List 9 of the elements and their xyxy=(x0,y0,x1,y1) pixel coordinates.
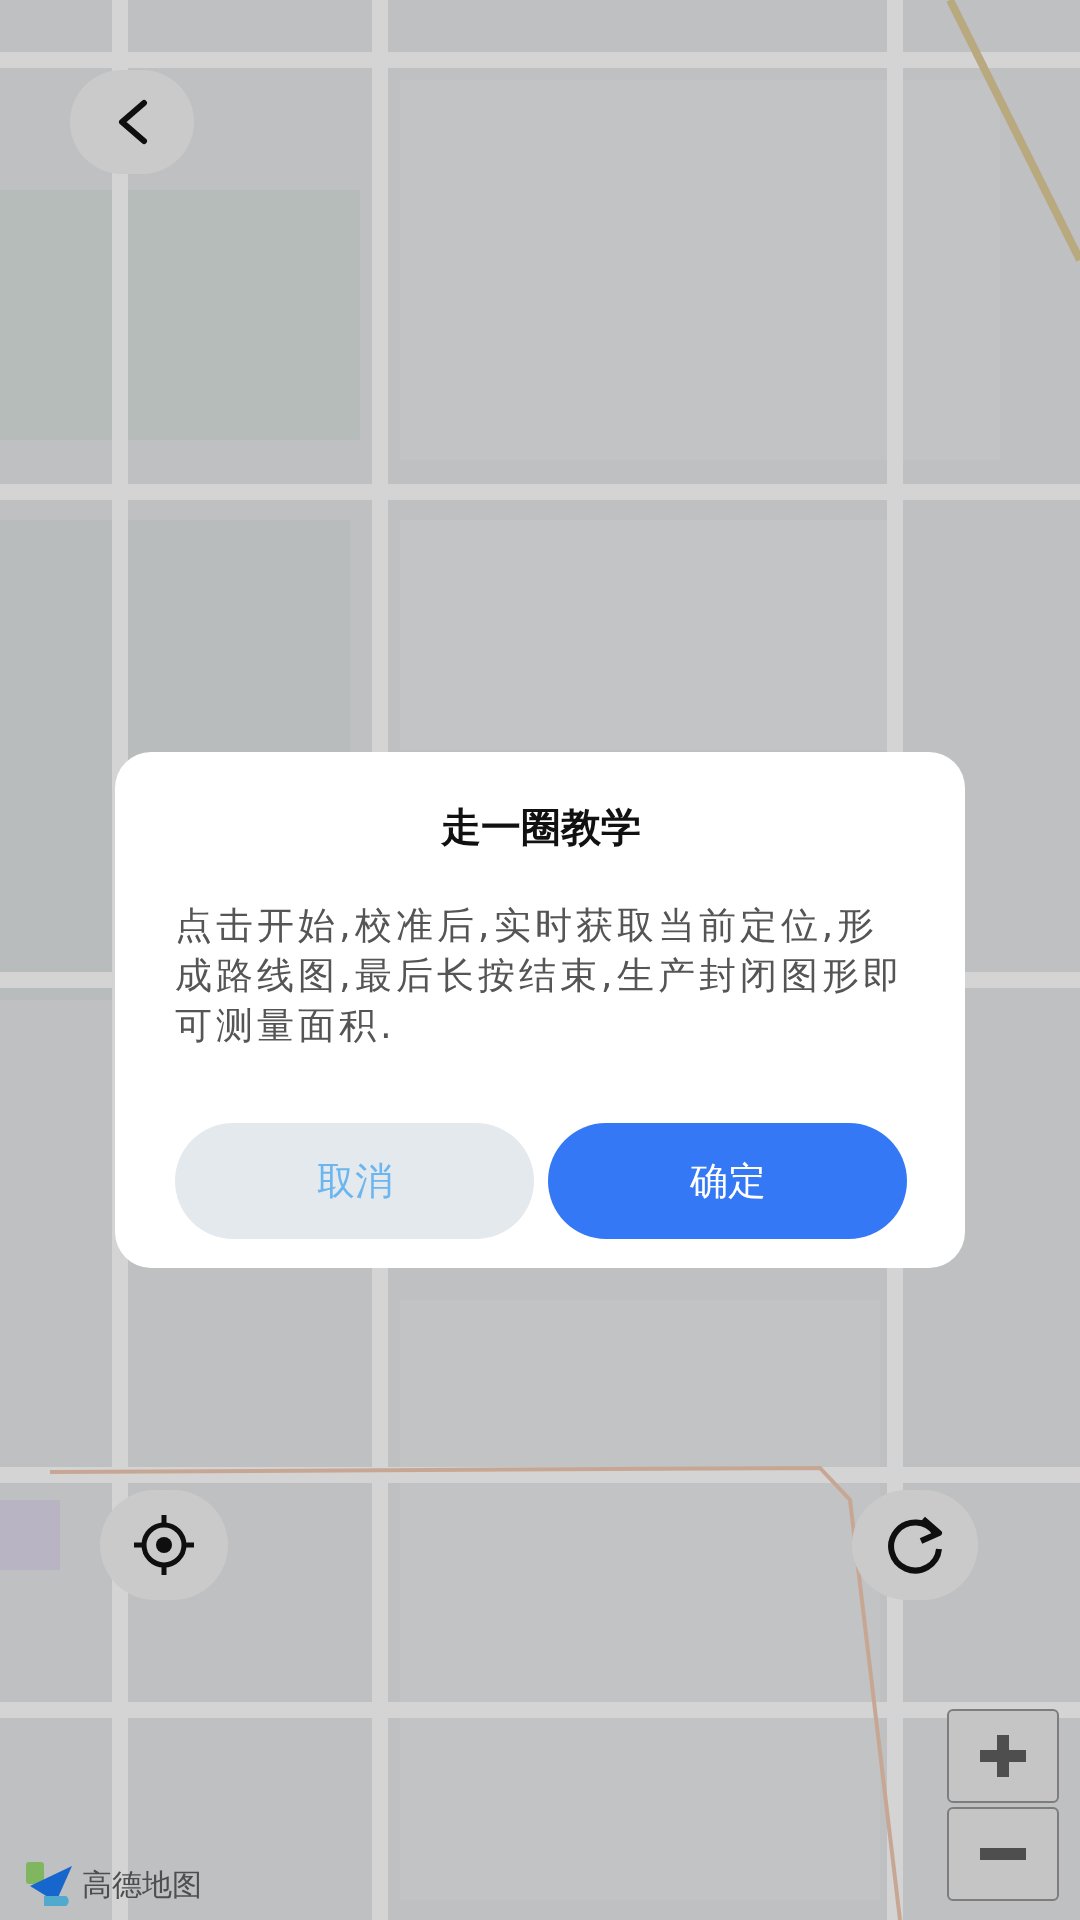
minus-icon xyxy=(980,1848,1026,1860)
dialog-title: 走一圈教学 xyxy=(440,803,642,852)
dialog-message: 点击开始,校准后,实时获取当前定位,形成路线图,最后长按结束,生产封闭图形即可测量面积. xyxy=(175,903,905,1049)
crosshair-icon xyxy=(132,1513,196,1577)
zoom-out-button[interactable] xyxy=(947,1807,1059,1901)
map-logo-text: 高德地图 xyxy=(82,1865,202,1904)
confirm-button[interactable]: 确定 xyxy=(548,1123,907,1239)
plus-icon xyxy=(980,1735,1026,1777)
zoom-in-button[interactable] xyxy=(947,1709,1059,1803)
